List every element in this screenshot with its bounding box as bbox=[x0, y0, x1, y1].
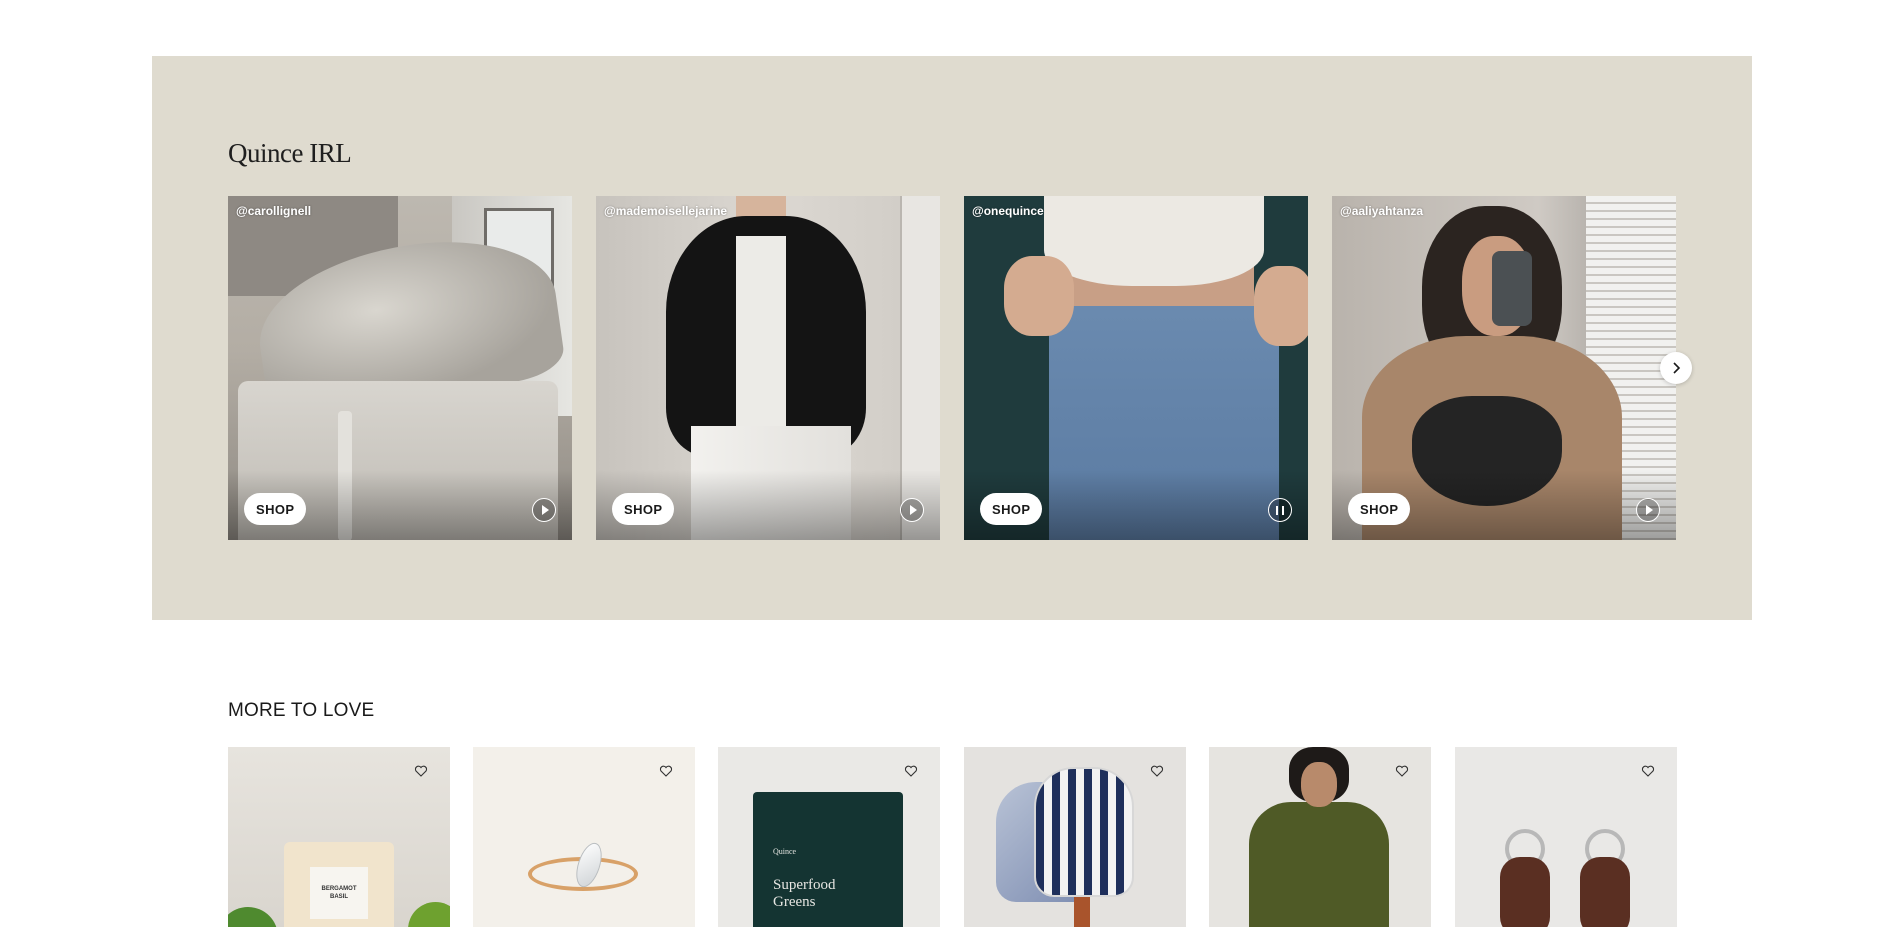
creator-handle: @mademoisellejarine bbox=[604, 204, 728, 218]
product-card[interactable]: Quince Superfood Greens bbox=[718, 747, 940, 927]
shop-button[interactable]: SHOP bbox=[612, 493, 675, 525]
product-brand: Quince bbox=[773, 847, 797, 856]
heart-icon[interactable] bbox=[414, 764, 428, 778]
irl-card[interactable]: @aaliyahtanza SHOP bbox=[1332, 196, 1676, 540]
play-icon[interactable] bbox=[1636, 498, 1660, 522]
product-card[interactable] bbox=[1209, 747, 1431, 927]
creator-handle: @onequince bbox=[972, 204, 1044, 218]
chevron-right-icon bbox=[1673, 362, 1681, 374]
carousel-next-button[interactable] bbox=[1660, 352, 1692, 384]
product-card[interactable] bbox=[1455, 747, 1677, 927]
play-icon[interactable] bbox=[900, 498, 924, 522]
heart-icon[interactable] bbox=[1641, 764, 1655, 778]
irl-carousel[interactable]: @carollignell SHOP @mademoisellejarine S… bbox=[228, 196, 1676, 540]
product-image[interactable] bbox=[1500, 857, 1550, 927]
section-title: Quince IRL bbox=[228, 138, 352, 168]
product-card[interactable] bbox=[473, 747, 695, 927]
shop-button[interactable]: SHOP bbox=[980, 493, 1043, 525]
heart-icon[interactable] bbox=[1395, 764, 1409, 778]
heart-icon[interactable] bbox=[659, 764, 673, 778]
heart-icon[interactable] bbox=[1150, 764, 1164, 778]
product-package-name: Superfood Greens bbox=[773, 877, 836, 910]
shop-button[interactable]: SHOP bbox=[244, 493, 307, 525]
irl-card[interactable]: @carollignell SHOP bbox=[228, 196, 572, 540]
irl-card[interactable]: @onequince SHOP bbox=[964, 196, 1308, 540]
candle-label: BERGAMOT BASIL bbox=[310, 867, 368, 919]
play-icon[interactable] bbox=[532, 498, 556, 522]
more-to-love-title: MORE TO LOVE bbox=[228, 700, 375, 721]
pause-icon[interactable] bbox=[1268, 498, 1292, 522]
creator-handle: @carollignell bbox=[236, 204, 312, 218]
product-card[interactable]: BERGAMOT BASIL bbox=[228, 747, 450, 927]
product-image[interactable] bbox=[1249, 802, 1389, 927]
irl-card[interactable]: @mademoisellejarine SHOP bbox=[596, 196, 940, 540]
heart-icon[interactable] bbox=[904, 764, 918, 778]
shop-button[interactable]: SHOP bbox=[1348, 493, 1411, 525]
creator-handle: @aaliyahtanza bbox=[1340, 204, 1424, 218]
product-card[interactable] bbox=[964, 747, 1186, 927]
quince-irl-section: Quince IRL @carollignell SHOP @mademoise… bbox=[152, 56, 1752, 620]
